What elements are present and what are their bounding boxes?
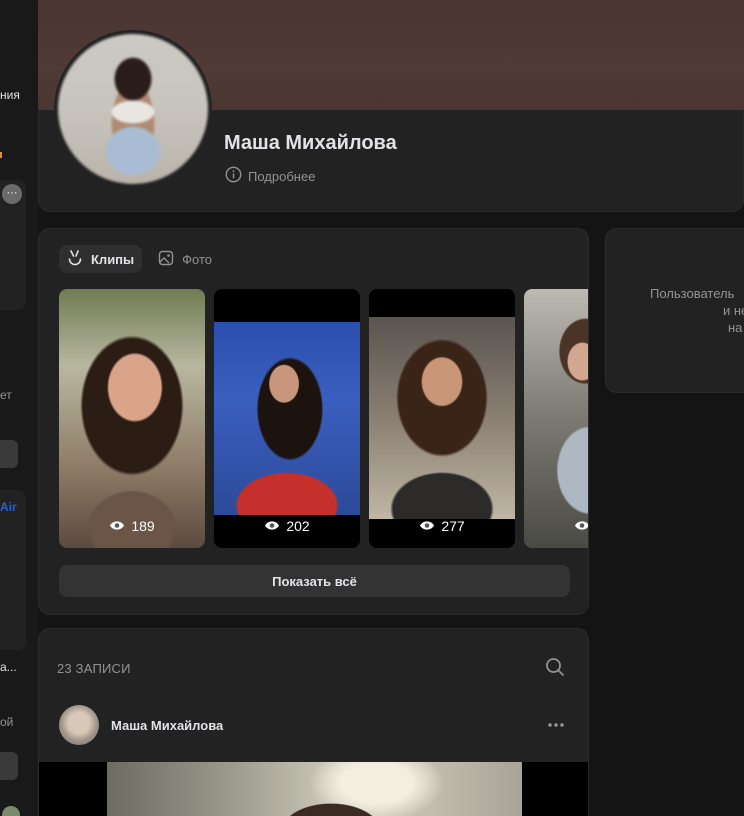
left-sidebar: ния ··· ет Air а... ой [0, 0, 38, 816]
tab-photos[interactable]: Фото [150, 245, 220, 273]
eye-icon [109, 518, 125, 534]
clip-thumbnail [369, 317, 515, 519]
clip-card[interactable]: 189 [59, 289, 205, 548]
profile-avatar[interactable] [54, 30, 212, 188]
post-author-name[interactable]: Маша Михайлова [111, 718, 223, 733]
clip-thumbnail [524, 289, 588, 548]
profile-details-label: Подробнее [248, 168, 316, 184]
tab-label: Клипы [91, 251, 135, 267]
media-section: Клипы Фото 189 202 277 Показать всё [38, 228, 589, 615]
avatar[interactable] [59, 705, 99, 745]
clip-card[interactable]: 202 [214, 289, 360, 548]
eye-icon [264, 518, 280, 534]
clips-icon [67, 249, 83, 269]
sidebar-card-button[interactable] [0, 752, 18, 780]
clip-views: 189 [59, 518, 205, 534]
right-info-line: Пользователь [650, 286, 735, 301]
clip-views: 202 [214, 518, 360, 534]
post-media[interactable] [39, 762, 588, 816]
post-author[interactable]: Маша Михайлова [59, 705, 223, 745]
sidebar-text-fragment: а... [0, 660, 17, 674]
right-info-line: на [728, 320, 743, 335]
clip-card[interactable] [524, 289, 588, 548]
media-tabs: Клипы Фото [59, 245, 220, 273]
sidebar-text-fragment: ния [0, 88, 20, 102]
profile-avatar-image [58, 34, 208, 184]
profile-details-link[interactable]: Подробнее [225, 166, 315, 186]
clip-views: 277 [369, 518, 515, 534]
sidebar-card-menu-icon[interactable]: ··· [2, 184, 22, 204]
posts-count: 23 ЗАПИСИ [57, 661, 131, 676]
clip-thumbnail [59, 289, 205, 548]
sidebar-text-fragment: ой [0, 715, 14, 729]
right-info-card: Пользователь и не на [605, 228, 744, 393]
show-all-button[interactable]: Показать всё [59, 565, 570, 597]
photo-icon [158, 250, 174, 269]
sidebar-thumb-label: Air [0, 500, 17, 514]
clip-thumbnail [214, 322, 360, 515]
clip-views-count: 189 [131, 518, 155, 534]
sidebar-card[interactable] [0, 490, 26, 650]
post-image [107, 762, 522, 816]
clips-carousel[interactable]: 189 202 277 [59, 289, 588, 549]
eye-icon [574, 518, 588, 534]
posts-section: 23 ЗАПИСИ Маша Михайлова [38, 628, 589, 816]
sidebar-avatar[interactable] [2, 806, 20, 816]
clip-views-count: 202 [286, 518, 310, 534]
info-icon [225, 166, 242, 186]
clip-card[interactable]: 277 [369, 289, 515, 548]
clip-views [524, 518, 588, 534]
tab-label: Фото [182, 251, 213, 267]
clip-views-count: 277 [441, 518, 465, 534]
sidebar-card-button[interactable] [0, 440, 18, 468]
sidebar-accent [0, 152, 2, 158]
search-icon[interactable] [545, 657, 565, 682]
tab-clips[interactable]: Клипы [59, 245, 143, 273]
right-info-line: и не [723, 303, 744, 318]
eye-icon [419, 518, 435, 534]
right-info-text: Пользователь и не на [650, 285, 744, 336]
more-options-icon[interactable] [547, 715, 565, 733]
sidebar-text-fragment: ет [0, 388, 12, 402]
profile-name: Маша Михайлова [224, 132, 397, 154]
